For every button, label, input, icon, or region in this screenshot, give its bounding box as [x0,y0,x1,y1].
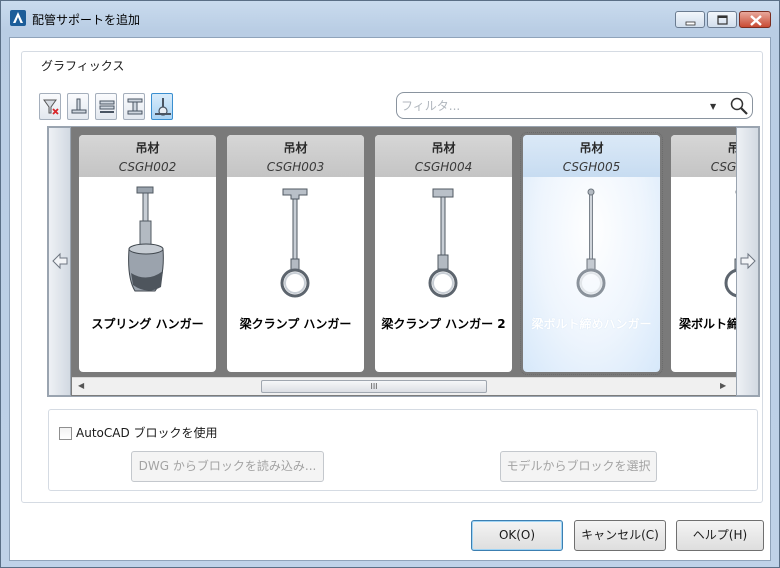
spring-hanger-icon [128,186,164,292]
gallery-scroll-left-button[interactable] [48,127,71,396]
filter-box: ▼ [396,92,753,119]
use-autocad-block-label: AutoCAD ブロックを使用 [76,426,218,440]
support-card[interactable]: 吊材 CSGH006 梁ボルト締めハンガー 2 [671,135,736,372]
support-gallery: 吊材 CSGH002 スプリング ハンガー 吊材 CSGH003 梁クランプ ハ… [47,126,760,397]
close-icon [750,15,762,26]
dialog-window: 配管サポートを追加 グラフィックス フィルタ... ▼ 吊材 CSGH002 ス… [0,0,780,568]
beam-bolted-hanger-icon [576,188,606,298]
card-category: 吊材 [579,141,604,155]
gallery-horizontal-scrollbar[interactable]: ◀ III ▶ [72,377,736,395]
gallery-strip: 吊材 CSGH002 スプリング ハンガー 吊材 CSGH003 梁クランプ ハ… [72,127,736,377]
close-button[interactable] [739,11,771,28]
card-name: 梁クランプ ハンガー [239,317,352,331]
card-category: 吊材 [727,141,736,155]
card-name: 梁ボルト締めハンガー [531,317,652,331]
card-name: 梁ボルト締めハンガー 2 [679,317,736,331]
search-icon[interactable] [729,96,749,116]
support-card[interactable]: 吊材 CSGH002 スプリング ハンガー [79,135,216,372]
card-category: 吊材 [431,141,456,155]
hanger-filter-button[interactable] [151,93,173,120]
app-logo-icon [10,10,26,26]
card-header: 吊材 CSGH002 [79,135,216,177]
use-autocad-block-checkbox[interactable] [59,427,72,440]
card-code: CSGH002 [118,160,177,174]
arrow-left-icon [52,252,68,270]
card-header: 吊材 CSGH005 [523,135,660,177]
card-category: 吊材 [283,141,308,155]
card-header: 吊材 CSGH006 [671,135,736,177]
beam-clamp-hanger-2-icon [428,188,458,298]
support-card[interactable]: 吊材 CSGH003 梁クランプ ハンガー [227,135,364,372]
title-bar: 配管サポートを追加 [1,1,779,37]
card-code: CSGH006 [710,160,736,174]
select-block-from-model-button[interactable]: モデルからブロックを選択 [500,451,657,482]
card-name: 梁クランプ ハンガー 2 [381,317,506,331]
support-card[interactable]: 吊材 CSGH004 梁クランプ ハンガー 2 [375,135,512,372]
cancel-button[interactable]: キャンセル(C) [574,520,666,551]
gallery-scroll-right-button[interactable] [736,127,759,396]
saddle-icon [99,100,115,113]
maximize-button[interactable] [707,11,737,28]
autocad-block-options: AutoCAD ブロックを使用 DWG からブロックを読み込み... モデルから… [48,409,758,491]
card-header: 吊材 CSGH004 [375,135,512,177]
scrollbar-thumb[interactable]: III [261,380,487,393]
base-support-filter-button[interactable] [67,93,89,120]
scroll-left-arrow-icon[interactable]: ◀ [78,381,84,390]
stand-icon [127,98,143,115]
saddle-filter-button[interactable] [95,93,117,120]
filter-input[interactable] [399,96,699,115]
clear-filter-icon [43,99,59,115]
card-header: 吊材 CSGH003 [227,135,364,177]
filter-dropdown-icon[interactable]: ▼ [710,102,716,111]
window-title: 配管サポートを追加 [32,13,141,27]
help-button[interactable]: ヘルプ(H) [676,520,764,551]
graphics-group-label: グラフィックス [38,57,128,74]
card-code: CSGH003 [266,160,325,174]
graphics-group: グラフィックス フィルタ... ▼ 吊材 CSGH002 スプリング ハンガー … [21,51,763,503]
card-code: CSGH005 [562,160,621,174]
minimize-icon [685,21,696,26]
scroll-right-arrow-icon[interactable]: ▶ [720,381,726,390]
beam-bolted-hanger-icon [724,190,736,298]
dialog-client-area: グラフィックス フィルタ... ▼ 吊材 CSGH002 スプリング ハンガー … [9,37,771,561]
load-dwg-block-button[interactable]: DWG からブロックを読み込み... [131,451,324,482]
card-code: CSGH004 [414,160,473,174]
ok-button[interactable]: OK(O) [471,520,563,551]
clear-filter-button[interactable] [39,93,61,120]
hanger-icon [155,98,171,116]
base-support-icon [71,98,87,114]
stand-filter-button[interactable] [123,93,145,120]
minimize-button[interactable] [675,11,705,28]
maximize-icon [717,15,728,25]
arrow-right-icon [740,252,756,270]
card-category: 吊材 [135,141,160,155]
card-name: スプリング ハンガー [91,317,204,331]
support-card-selected[interactable]: 吊材 CSGH005 梁ボルト締めハンガー [520,132,663,375]
beam-clamp-hanger-icon [280,188,310,298]
